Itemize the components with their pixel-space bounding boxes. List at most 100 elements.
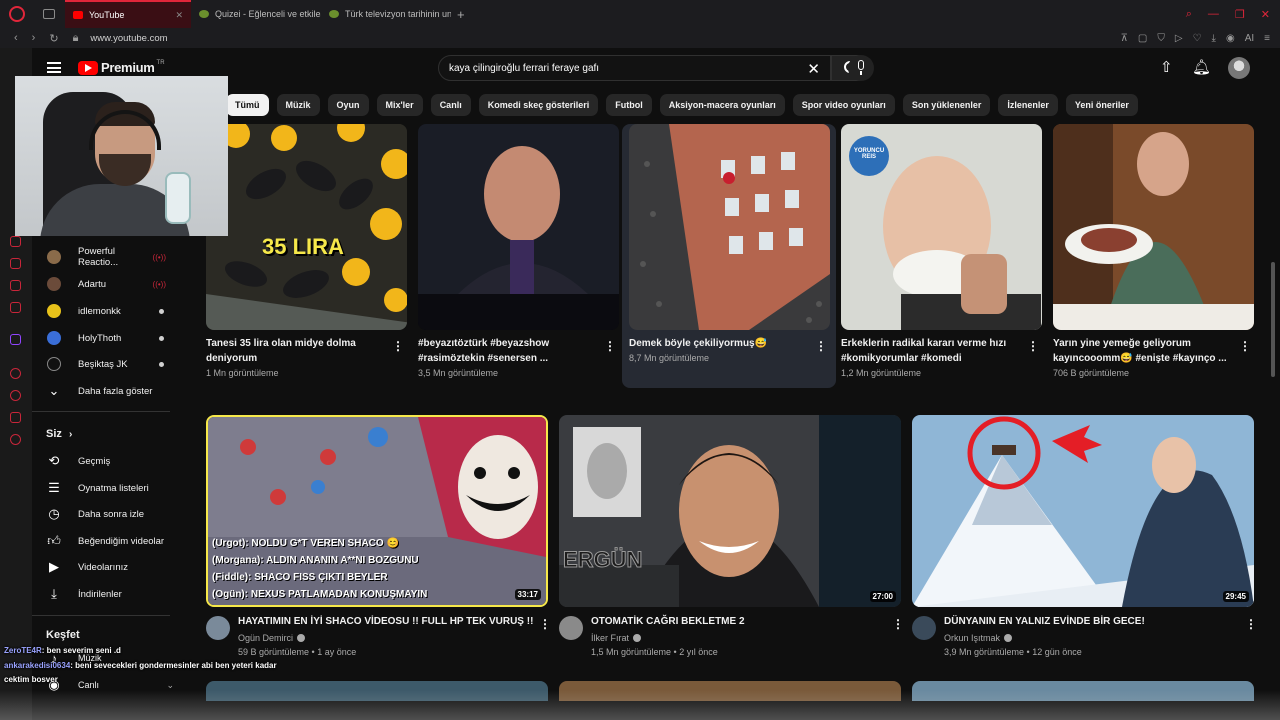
- messenger-icon[interactable]: [10, 236, 21, 247]
- sidebar-subscription[interactable]: Adartu ((•)): [32, 271, 182, 297]
- heart-icon[interactable]: ♡: [1193, 33, 1202, 44]
- profile-icon[interactable]: ◉: [1226, 33, 1235, 44]
- video-title[interactable]: DÜNYANIN EN YALNIZ EVİNDE BİR GECE!: [944, 616, 1244, 627]
- more-options-icon[interactable]: ⋮: [892, 618, 904, 630]
- short-card[interactable]: 35 LIRA Tanesi 35 lira olan midye dolma …: [206, 124, 407, 378]
- you-section-header[interactable]: Siz ›: [46, 428, 72, 440]
- menu-icon[interactable]: ≡: [1264, 33, 1270, 44]
- sidebar-item-downloads[interactable]: ⤓ İndirilenler: [32, 581, 182, 607]
- player-icon[interactable]: ▷: [1175, 33, 1183, 44]
- sidebar-item-liked[interactable]: 👍︎ Beğendiğim videolar: [32, 528, 182, 554]
- more-options-icon[interactable]: ⋮: [1239, 340, 1251, 352]
- short-title[interactable]: Tanesi 35 lira olan midye dolma deniyoru…: [206, 336, 386, 366]
- minimize-icon[interactable]: —: [1208, 8, 1219, 21]
- short-thumbnail[interactable]: 35 LIRA: [206, 124, 407, 330]
- more-options-icon[interactable]: ⋮: [1245, 618, 1257, 630]
- video-title[interactable]: HAYATIMIN EN İYİ SHACO VİDEOSU !! FULL H…: [238, 616, 538, 627]
- short-card[interactable]: #beyazıtöztürk #beyazshow #rasimöztekin …: [418, 124, 619, 378]
- sidebar-subscription[interactable]: Beşiktaş JK: [32, 351, 182, 377]
- bag-icon[interactable]: [10, 258, 21, 269]
- more-options-icon[interactable]: ⋮: [392, 340, 404, 352]
- aria-ai-button[interactable]: AI: [1245, 33, 1254, 44]
- video-thumbnail[interactable]: 29:45: [912, 415, 1254, 607]
- short-card[interactable]: YORUNCU REIS Erkeklerin radikal kararı v…: [841, 124, 1042, 378]
- chip[interactable]: Yeni öneriler: [1065, 94, 1138, 116]
- tab-youtube[interactable]: YouTube ✕: [65, 0, 191, 28]
- settings-icon[interactable]: [10, 434, 21, 445]
- mail-icon[interactable]: [10, 302, 21, 313]
- short-title[interactable]: #beyazıtöztürk #beyazshow #rasimöztekin …: [418, 336, 598, 366]
- short-thumbnail[interactable]: YORUNCU REIS: [841, 124, 1042, 330]
- short-title[interactable]: Demek böyle çekiliyormuş😅: [629, 336, 809, 351]
- short-thumbnail[interactable]: [629, 124, 830, 330]
- short-card-hovered[interactable]: Demek böyle çekiliyormuş😅 8,7 Mn görüntü…: [629, 124, 830, 363]
- close-tab-icon[interactable]: ✕: [175, 10, 183, 21]
- chip[interactable]: Futbol: [606, 94, 652, 116]
- maximize-icon[interactable]: ❐: [1235, 8, 1245, 21]
- sidebar-subscription[interactable]: HolyThoth: [32, 325, 182, 351]
- chat-icon[interactable]: [10, 280, 21, 291]
- tab-turk-tv[interactable]: Türk televizyon tarihinin unutulmaz: [321, 0, 451, 28]
- more-options-icon[interactable]: ⋮: [1027, 340, 1039, 352]
- video-card[interactable]: (Urgot): NOLDU G*T VEREN SHACO 😊 (Morgan…: [206, 415, 551, 657]
- chip[interactable]: Aksiyon-macera oyunları: [659, 94, 785, 116]
- chip[interactable]: Mix'ler: [376, 94, 423, 116]
- chip[interactable]: Oyun: [327, 94, 369, 116]
- video-thumbnail[interactable]: ERGÜN 27:00: [559, 415, 901, 607]
- chip-all[interactable]: Tümü: [226, 94, 269, 116]
- sidebar-item-your-videos[interactable]: ▶ Videolarınız: [32, 554, 182, 580]
- close-window-icon[interactable]: ✕: [1261, 8, 1270, 21]
- sidebar-subscription[interactable]: idlemonkk: [32, 298, 182, 324]
- vpn-shield-icon[interactable]: ⛉: [1157, 33, 1165, 44]
- scrollbar[interactable]: [1271, 262, 1275, 377]
- channel-name[interactable]: Ogün Demirci: [238, 633, 293, 643]
- sidebar-item-playlists[interactable]: ☰ Oynatma listeleri: [32, 475, 182, 501]
- notifications-bell-icon[interactable]: 🔔︎: [1192, 58, 1211, 76]
- channel-avatar[interactable]: [912, 616, 936, 640]
- extensions-icon[interactable]: [10, 412, 21, 423]
- sidebar-item-watch-later[interactable]: ◷ Daha sonra izle: [32, 501, 182, 527]
- tab-islands-icon[interactable]: [43, 9, 55, 19]
- new-tab-icon[interactable]: +: [457, 7, 465, 22]
- short-thumbnail[interactable]: [1053, 124, 1254, 330]
- video-card[interactable]: ERGÜN 27:00 OTOMATİK CAĞRI BEKLETME 2 İl…: [559, 415, 904, 657]
- back-icon[interactable]: ‹: [14, 32, 18, 44]
- sidebar-item-history[interactable]: ⟲ Geçmiş: [32, 448, 182, 474]
- video-thumbnail[interactable]: (Urgot): NOLDU G*T VEREN SHACO 😊 (Morgan…: [206, 415, 548, 607]
- snapshot-icon[interactable]: ▢: [1138, 33, 1147, 44]
- video-card[interactable]: 29:45 DÜNYANIN EN YALNIZ EVİNDE BİR GECE…: [912, 415, 1257, 657]
- history-icon[interactable]: [10, 390, 21, 401]
- twitch-icon[interactable]: [10, 334, 21, 345]
- chip[interactable]: Spor video oyunları: [792, 94, 895, 116]
- chip[interactable]: Komedi skeç gösterileri: [478, 94, 599, 116]
- channel-name[interactable]: Orkun Işıtmak: [944, 633, 1000, 643]
- upload-icon[interactable]: ⇧: [1160, 58, 1173, 76]
- short-title[interactable]: Yarın yine yemeğe geliyorum kayıncooomm😅…: [1053, 336, 1233, 366]
- pin-icon[interactable]: ⊼: [1121, 33, 1128, 44]
- channel-name[interactable]: İlker Fırat: [591, 633, 629, 643]
- account-avatar[interactable]: [1228, 57, 1250, 79]
- chip[interactable]: İzlenenler: [998, 94, 1058, 116]
- forward-icon[interactable]: ›: [32, 32, 36, 44]
- search-input[interactable]: kaya çilingiroğlu ferrari feraye gafı ✕: [438, 55, 831, 81]
- show-more-button[interactable]: ⌄ Daha fazla göster: [32, 378, 182, 404]
- hamburger-menu-icon[interactable]: [47, 62, 61, 73]
- player-icon[interactable]: [10, 368, 21, 379]
- clear-search-icon[interactable]: ✕: [807, 60, 820, 78]
- opera-logo-icon[interactable]: [9, 6, 25, 22]
- more-options-icon[interactable]: ⋮: [539, 618, 551, 630]
- channel-avatar[interactable]: [559, 616, 583, 640]
- download-icon[interactable]: ⤓: [1212, 33, 1216, 44]
- tab-quizei[interactable]: Quizei - Eğlenceli ve etkileşimli: [191, 0, 321, 28]
- short-thumbnail[interactable]: [418, 124, 619, 330]
- chip[interactable]: Canlı: [430, 94, 471, 116]
- reload-icon[interactable]: ↻: [49, 32, 58, 45]
- sidebar-subscription[interactable]: Powerful Reactio... ((•)): [32, 244, 182, 270]
- channel-avatar[interactable]: [206, 616, 230, 640]
- search-tabs-icon[interactable]: ⌕: [1186, 8, 1192, 21]
- url-field[interactable]: www.youtube.com: [90, 33, 167, 44]
- more-options-icon[interactable]: ⋮: [815, 340, 827, 352]
- more-options-icon[interactable]: ⋮: [604, 340, 616, 352]
- voice-search-button[interactable]: [848, 55, 874, 81]
- chip[interactable]: Son yüklenenler: [902, 94, 991, 116]
